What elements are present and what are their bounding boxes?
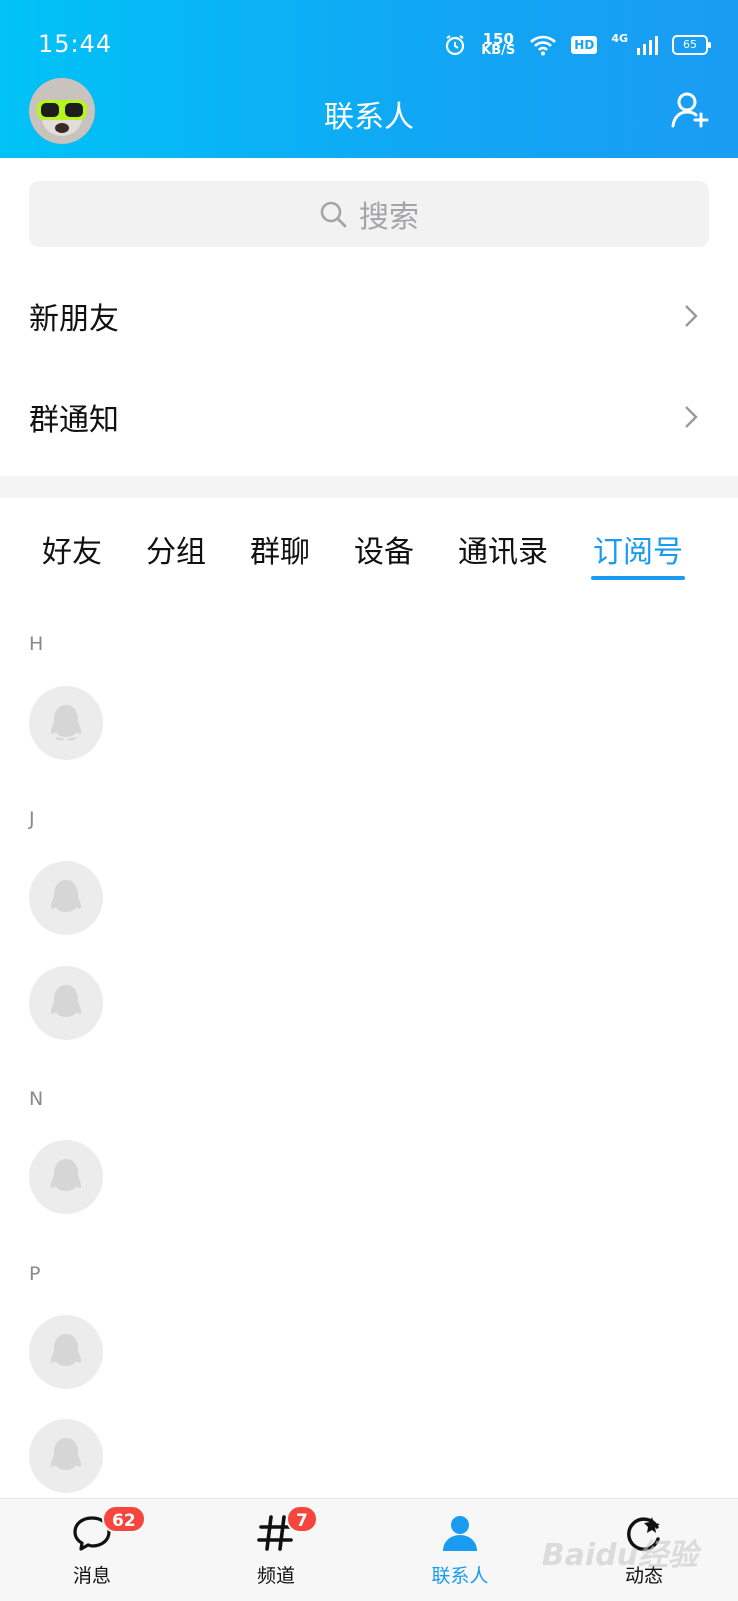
search-placeholder: 搜索 (359, 200, 419, 235)
index-letter: N (29, 1088, 44, 1110)
nav-contacts[interactable]: 联系人 (400, 1499, 520, 1601)
contact-tabs: 好友 分组 群聊 设备 通讯录 订阅号 (0, 527, 738, 587)
tab-subscriptions[interactable]: 订阅号 (593, 527, 683, 571)
contact-avatar[interactable] (29, 861, 103, 935)
new-friends-label: 新朋友 (29, 302, 119, 337)
tab-groups[interactable]: 分组 (146, 527, 206, 571)
nav-messages-label: 消息 (72, 1565, 111, 1587)
tab-devices[interactable]: 设备 (354, 527, 414, 571)
penguin-icon (50, 880, 82, 912)
penguin-icon (50, 1438, 82, 1470)
add-contact-icon[interactable] (670, 90, 710, 130)
search-input[interactable]: 搜索 (29, 181, 709, 247)
penguin-icon (50, 705, 82, 741)
chevron-right-icon (685, 406, 698, 428)
search-icon (320, 201, 347, 228)
nav-messages[interactable]: 62 消息 (32, 1499, 152, 1601)
contact-avatar[interactable] (29, 1315, 103, 1389)
active-tab-indicator (591, 576, 685, 580)
person-icon (443, 1516, 477, 1551)
hd-badge: HD (571, 36, 598, 54)
tab-friends[interactable]: 好友 (42, 527, 102, 571)
index-letter: H (29, 633, 44, 655)
index-letter: J (29, 808, 35, 830)
signal-icon (637, 36, 658, 55)
watermark: Baidu经验 (541, 1538, 698, 1573)
nav-contacts-label: 联系人 (431, 1565, 489, 1587)
new-friends-row[interactable]: 新朋友 (0, 265, 738, 367)
index-letter: P (29, 1263, 41, 1285)
contact-avatar[interactable] (29, 1419, 103, 1493)
network-type: 4G (611, 32, 628, 45)
wifi-icon (530, 35, 557, 56)
battery-icon: 65 (672, 35, 711, 55)
contact-avatar[interactable] (29, 686, 103, 760)
penguin-icon (50, 985, 82, 1017)
status-icons: 150 KB/S HD 4G 65 (443, 28, 711, 62)
chevron-right-icon (685, 305, 698, 327)
nav-channels-label: 频道 (256, 1565, 295, 1587)
network-speed: 150 KB/S (481, 32, 516, 58)
nav-channels[interactable]: 7 频道 (216, 1499, 336, 1601)
tab-group-chats[interactable]: 群聊 (250, 527, 310, 571)
penguin-icon (50, 1159, 82, 1191)
page-title: 联系人 (324, 100, 414, 135)
speed-unit: KB/S (481, 43, 516, 58)
unread-badge: 7 (286, 1505, 318, 1533)
unread-badge: 62 (102, 1505, 146, 1533)
status-time: 15:44 (38, 30, 113, 58)
contact-avatar[interactable] (29, 1140, 103, 1214)
alarm-icon (446, 35, 465, 56)
group-notifications-row[interactable]: 群通知 (0, 366, 738, 468)
group-notifications-label: 群通知 (29, 403, 119, 438)
section-divider (0, 476, 738, 498)
tab-address-book[interactable]: 通讯录 (458, 527, 548, 571)
top-header: 15:44 150 KB/S HD 4G 65 联系人 (0, 0, 738, 158)
penguin-icon (50, 1334, 82, 1366)
contact-avatar[interactable] (29, 966, 103, 1040)
